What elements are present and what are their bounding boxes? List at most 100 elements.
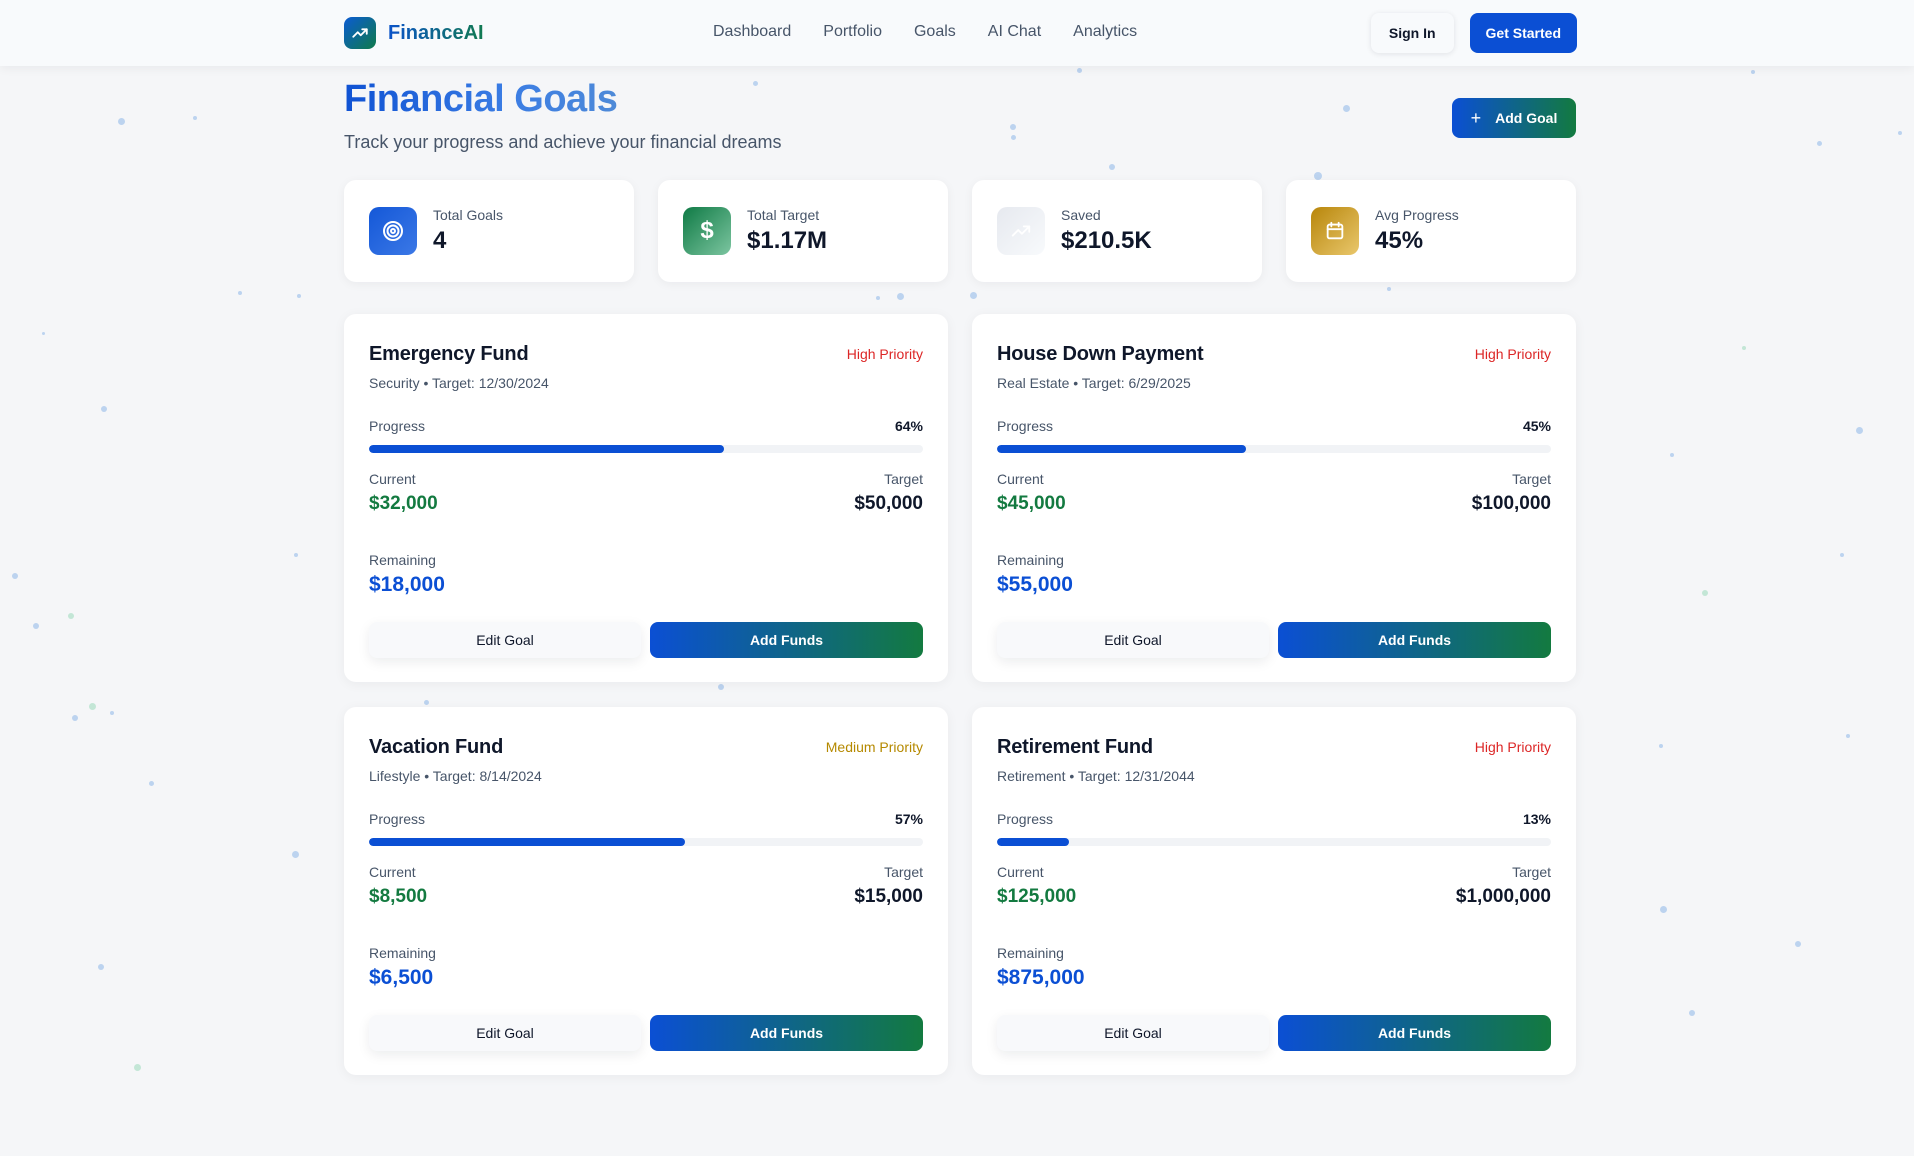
remaining-label: Remaining — [997, 552, 1064, 568]
stat-label: Total Goals — [433, 207, 504, 223]
calendar-icon — [1311, 207, 1359, 255]
goal-meta: Retirement • Target: 12/31/2044 — [997, 768, 1195, 784]
goal-name: Vacation Fund — [369, 736, 504, 758]
target-icon — [369, 207, 417, 255]
progress-bar — [997, 838, 1551, 846]
stat-card-total-target: $ Total Target $1.17M — [658, 180, 948, 282]
current-label: Current — [369, 471, 416, 487]
goal-meta: Security • Target: 12/30/2024 — [369, 375, 549, 391]
target-amount: $50,000 — [854, 493, 923, 514]
nav-link-analytics[interactable]: Analytics — [1073, 23, 1137, 41]
add-goal-button[interactable]: + Add Goal — [1452, 98, 1576, 138]
stat-card-total-goals: Total Goals 4 — [344, 180, 634, 282]
stat-label: Saved — [1061, 207, 1101, 223]
progress-fill — [997, 838, 1070, 846]
remaining-amount: $18,000 — [369, 573, 445, 596]
plus-icon: + — [1470, 107, 1482, 128]
remaining-label: Remaining — [997, 945, 1064, 961]
stat-value: $210.5K — [1061, 227, 1152, 254]
remaining-label: Remaining — [369, 945, 436, 961]
priority-badge: High Priority — [846, 346, 923, 362]
stat-card-saved: Saved $210.5K — [972, 180, 1262, 282]
goal-meta: Real Estate • Target: 6/29/2025 — [997, 375, 1191, 391]
progress-label: Progress — [369, 811, 426, 827]
brand-name: FinanceAI — [388, 21, 484, 44]
goal-name: Retirement Fund — [997, 736, 1153, 758]
edit-goal-button[interactable]: Edit Goal — [997, 1015, 1269, 1051]
page-title: Financial Goals — [344, 78, 618, 120]
stat-label: Total Target — [747, 207, 820, 223]
remaining-amount: $55,000 — [997, 573, 1073, 596]
current-amount: $125,000 — [997, 886, 1077, 907]
top-navbar: FinanceAI Dashboard Portfolio Goals AI C… — [0, 0, 1914, 66]
background-dots — [0, 0, 1914, 1156]
add-funds-button[interactable]: Add Funds — [650, 1015, 923, 1051]
main-nav: Dashboard Portfolio Goals AI Chat Analyt… — [713, 23, 1169, 41]
priority-badge: Medium Priority — [825, 739, 923, 755]
current-amount: $32,000 — [369, 493, 438, 514]
add-goal-label: Add Goal — [1495, 110, 1558, 126]
goal-name: Emergency Fund — [369, 343, 529, 365]
current-amount: $45,000 — [997, 493, 1066, 514]
progress-label: Progress — [997, 811, 1054, 827]
target-label: Target — [1512, 864, 1551, 880]
remaining-amount: $875,000 — [997, 966, 1085, 989]
stat-value: $1.17M — [747, 227, 828, 254]
progress-percent: 45% — [1522, 418, 1551, 434]
stat-value: 4 — [433, 227, 447, 254]
brand[interactable]: FinanceAI — [344, 17, 484, 49]
edit-goal-button[interactable]: Edit Goal — [369, 1015, 641, 1051]
target-amount: $15,000 — [854, 886, 923, 907]
progress-fill — [369, 445, 724, 453]
target-label: Target — [1512, 471, 1551, 487]
target-amount: $1,000,000 — [1455, 886, 1551, 907]
progress-bar — [369, 445, 923, 453]
nav-link-dashboard[interactable]: Dashboard — [713, 23, 791, 41]
stat-value: 45% — [1375, 227, 1424, 254]
get-started-button[interactable]: Get Started — [1469, 13, 1577, 53]
edit-goal-button[interactable]: Edit Goal — [997, 622, 1269, 658]
add-funds-button[interactable]: Add Funds — [1278, 1015, 1551, 1051]
remaining-label: Remaining — [369, 552, 436, 568]
nav-actions: Sign In Get Started — [1370, 13, 1577, 53]
nav-link-ai-chat[interactable]: AI Chat — [988, 23, 1041, 41]
add-funds-button[interactable]: Add Funds — [1278, 622, 1551, 658]
priority-badge: High Priority — [1474, 346, 1551, 362]
trending-up-icon — [344, 17, 376, 49]
current-label: Current — [997, 864, 1044, 880]
progress-label: Progress — [369, 418, 426, 434]
edit-goal-button[interactable]: Edit Goal — [369, 622, 641, 658]
stat-label: Avg Progress — [1375, 207, 1459, 223]
target-label: Target — [884, 471, 923, 487]
progress-bar — [997, 445, 1551, 453]
priority-badge: High Priority — [1474, 739, 1551, 755]
target-amount: $100,000 — [1471, 493, 1551, 514]
progress-label: Progress — [997, 418, 1054, 434]
stats-row: Total Goals 4 $ Total Target $1.17M Save… — [344, 180, 1576, 282]
trending-up-icon — [997, 207, 1045, 255]
goal-card-house-down-payment: House Down Payment High Priority Real Es… — [972, 314, 1576, 682]
goal-card-retirement-fund: Retirement Fund High Priority Retirement… — [972, 707, 1576, 1075]
remaining-amount: $6,500 — [369, 966, 434, 989]
goal-meta: Lifestyle • Target: 8/14/2024 — [369, 768, 542, 784]
nav-link-portfolio[interactable]: Portfolio — [823, 23, 882, 41]
page-subtitle: Track your progress and achieve your fin… — [344, 132, 782, 152]
progress-bar — [369, 838, 923, 846]
progress-fill — [369, 838, 685, 846]
goal-card-vacation-fund: Vacation Fund Medium Priority Lifestyle … — [344, 707, 948, 1075]
progress-percent: 64% — [894, 418, 923, 434]
current-label: Current — [369, 864, 416, 880]
target-label: Target — [884, 864, 923, 880]
progress-fill — [997, 445, 1247, 453]
nav-link-goals[interactable]: Goals — [914, 23, 956, 41]
dollar-icon: $ — [683, 207, 731, 255]
progress-percent: 13% — [1522, 811, 1551, 827]
add-funds-button[interactable]: Add Funds — [650, 622, 923, 658]
goal-name: House Down Payment — [997, 343, 1204, 365]
goal-card-emergency-fund: Emergency Fund High Priority Security • … — [344, 314, 948, 682]
stat-card-avg-progress: Avg Progress 45% — [1286, 180, 1576, 282]
sign-in-button[interactable]: Sign In — [1370, 13, 1454, 53]
current-label: Current — [997, 471, 1044, 487]
current-amount: $8,500 — [369, 886, 428, 907]
progress-percent: 57% — [894, 811, 923, 827]
